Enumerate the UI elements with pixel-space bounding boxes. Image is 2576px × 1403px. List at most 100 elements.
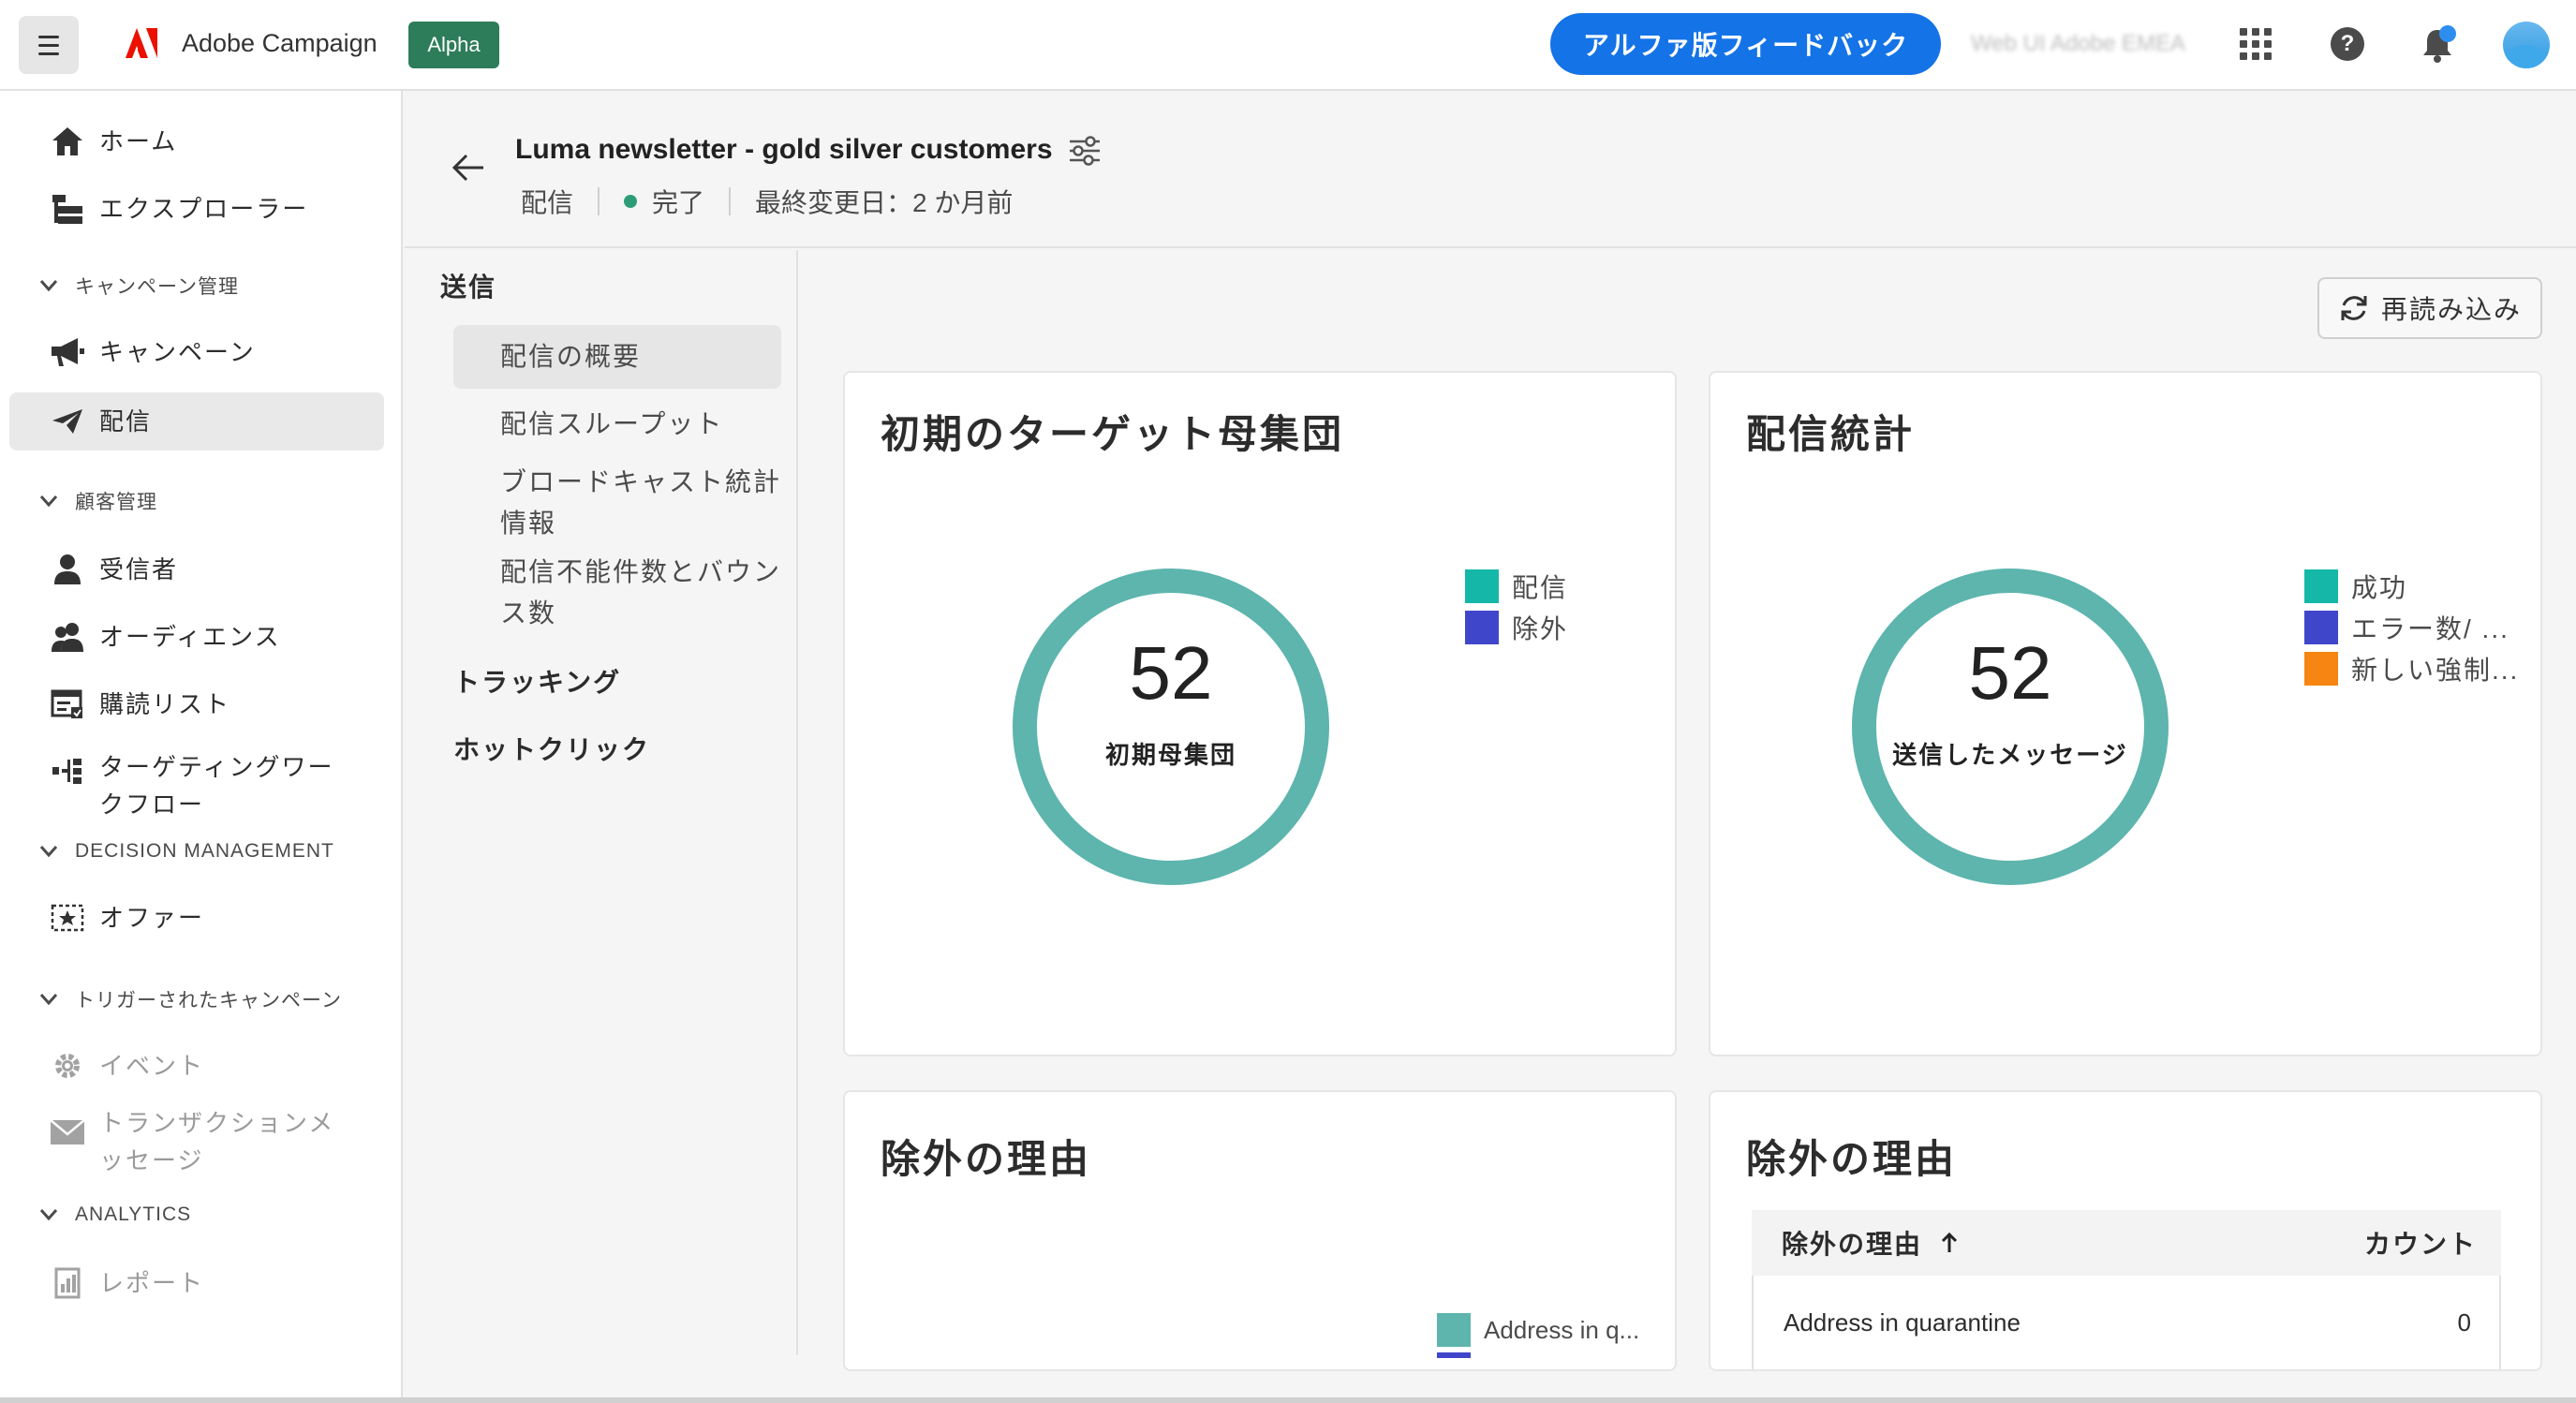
menu-toggle-button[interactable] [19,16,79,74]
app-name[interactable]: Adobe Campaign [182,29,378,58]
legend-item-excluded[interactable]: 除外 [1465,607,1568,648]
card-delivery-statistics: 配信統計 52 送信したメッセージ 成功 エラー数/ ... 新しい強制... [1709,371,2542,1056]
sidebar-item-label-line2: ッセージ [99,1146,204,1174]
sidebar-item-transactional-messages[interactable]: トランザクションメ ッセージ [9,1102,384,1179]
offer-icon [49,899,86,937]
subnav-group-hot-clicks[interactable]: ホットクリック [453,730,650,767]
legend-label: 成功 [2351,573,2408,602]
subnav-group-send[interactable]: 送信 [440,267,496,304]
sidebar-item-label: ターゲティングワー [99,753,334,781]
cell-count: 0 [2457,1307,2471,1337]
sidebar-item-subscription-lists[interactable]: 購読リスト [9,675,384,733]
sidebar-item-recipients[interactable]: 受信者 [9,540,384,598]
sidebar-item-explorer[interactable]: エクスプローラー [9,180,384,238]
subnav-group-tracking[interactable]: トラッキング [453,662,621,700]
section-decision-management[interactable]: DECISION MANAGEMENT [37,834,334,868]
sidebar-item-campaigns[interactable]: キャンペーン [9,323,384,381]
legend-swatch [2304,611,2338,644]
subnav-item-delivery-throughput[interactable]: 配信スループット [453,404,781,445]
column-header-count[interactable]: カウント [2364,1224,2477,1262]
help-icon[interactable]: ? [2331,27,2364,61]
sidebar-item-label: エクスプローラー [99,195,309,223]
sidebar-item-label: オーディエンス [99,623,281,651]
sidebar-item-label: キャンペーン [99,338,256,366]
sort-ascending-icon[interactable] [1939,1232,1960,1254]
sidebar-item-label: 受信者 [99,555,179,583]
envelope-icon [49,1114,86,1151]
alpha-feedback-button[interactable]: アルファ版フィードバック [1550,13,1941,75]
card-exclusion-reasons-table: 除外の理由 除外の理由 カウント Address in quarantine 0 [1709,1090,2542,1371]
donut-center-label: 初期母集団 [1104,741,1236,769]
subnav-item-broadcast-statistics[interactable]: ブロードキャスト統計 [453,462,781,503]
legend-item-delivered[interactable]: 配信 [1465,566,1568,607]
section-analytics[interactable]: ANALYTICS [37,1198,191,1232]
card-title: 配信統計 [1746,412,1916,456]
section-triggered-campaigns[interactable]: トリガーされたキャンペーン [37,982,342,1016]
column-header-reason[interactable]: 除外の理由 [1782,1224,1922,1262]
last-modified: 最終変更日：2 か月前 [755,188,1014,217]
legend-item-new-quarantines[interactable]: 新しい強制... [2304,648,2519,689]
legend-item-success[interactable]: 成功 [2304,566,2519,607]
sidebar-item-offers[interactable]: オファー [9,889,384,947]
sidebar-item-audiences[interactable]: オーディエンス [9,608,384,666]
sidebar-item-events[interactable]: イベント [9,1037,384,1095]
org-switcher[interactable]: Web UI Adobe EMEA [1971,31,2185,57]
section-customer-management[interactable]: 顧客管理 [37,484,157,518]
cell-reason: Address in quarantine [1784,1307,2021,1337]
card-title: 除外の理由 [1746,1137,1958,1181]
subnav-item-broadcast-statistics-line2[interactable]: 情報 [453,503,781,544]
back-arrow-icon[interactable] [448,147,489,188]
legend-item-errors[interactable]: エラー数/ ... [2304,607,2519,648]
report-icon [49,1264,86,1302]
refresh-icon [2341,296,2367,320]
table-row[interactable]: Address in quarantine 0 [1752,1276,2501,1369]
sidebar-item-label: 配信 [99,407,153,436]
legend-swatch [1437,1313,1471,1347]
card-title: 除外の理由 [881,1137,1092,1181]
person-icon [49,551,86,588]
sidebar-item-reports[interactable]: レポート [9,1254,384,1312]
sidebar-item-label: ホーム [99,127,178,155]
workflow-icon [49,752,86,790]
settings-sliders-icon[interactable] [1066,132,1103,170]
initial-target-donut[interactable] [1010,566,1332,888]
card-exclusion-reasons-chart: 除外の理由 Address in q... [843,1090,1677,1371]
legend-swatch-partial [1437,1352,1471,1358]
subnav-item-delivery-summary[interactable]: 配信の概要 [453,325,781,389]
notification-bell-icon[interactable] [2419,24,2456,66]
top-bar: Adobe Campaign Alpha アルファ版フィードバック Web UI… [0,0,2576,91]
sidebar-item-label: オファー [99,904,205,932]
legend-swatch [1465,611,1499,644]
subnav-item-non-deliverables-line2[interactable]: ス数 [453,593,781,634]
legend-label: エラー数/ ... [2351,614,2509,643]
user-avatar[interactable] [2503,22,2550,68]
sidebar-item-home[interactable]: ホーム [9,112,384,170]
section-label: トリガーされたキャンペーン [75,990,342,1012]
chart-legend: Address in q... [1437,1309,1639,1358]
section-label: DECISION MANAGEMENT [75,840,334,862]
legend-label: 新しい強制... [2351,656,2520,685]
adobe-logo-icon [126,28,157,58]
delivery-statistics-donut[interactable] [1849,566,2171,888]
reload-button[interactable]: 再読み込み [2317,277,2542,339]
sidebar-item-label: レポート [99,1269,205,1297]
chart-legend: 成功 エラー数/ ... 新しい強制... [2304,566,2519,689]
section-campaign-management[interactable]: キャンペーン管理 [37,269,239,303]
legend-item-address-in-quarantine[interactable]: Address in q... [1437,1309,1639,1351]
app-switcher-icon[interactable] [2240,28,2272,60]
sidebar-item-deliveries[interactable]: 配信 [9,392,384,450]
sidebar-item-label: トランザクションメ [99,1109,335,1137]
status-badge: 完了 [652,188,705,217]
subnav-item-non-deliverables[interactable]: 配信不能件数とバウン [453,552,781,593]
chevron-down-icon [37,490,60,512]
sidebar-item-targeting-workflows[interactable]: ターゲティングワー クフロー [9,746,384,823]
chevron-down-icon [37,1204,60,1226]
home-icon [49,123,86,160]
legend-label: Address in q... [1484,1315,1640,1344]
subscription-list-icon [49,686,86,723]
divider [598,187,600,215]
legend-swatch [2304,652,2338,686]
section-label: 顧客管理 [75,492,157,513]
report-navigation: 送信 配信の概要 配信スループット ブロードキャスト統計 情報 配信不能件数とバ… [405,250,798,1355]
page-meta: 配信 完了 最終変更日：2 か月前 [521,183,1013,220]
